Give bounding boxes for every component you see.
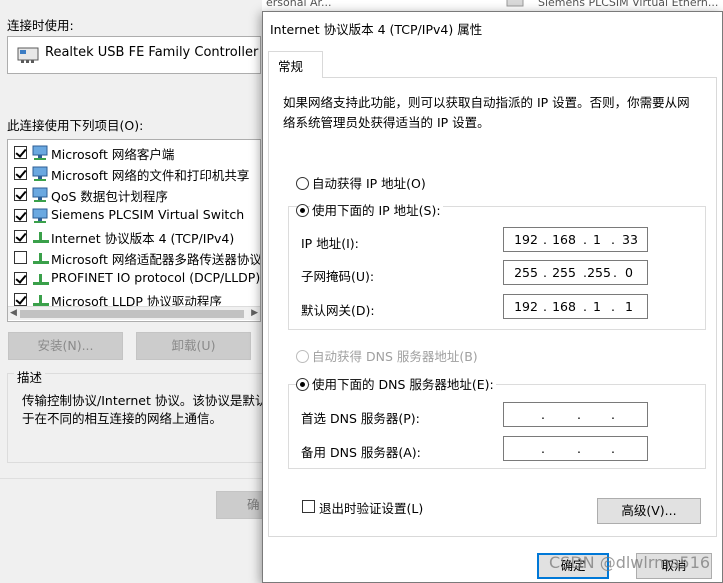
dns-auto-radio[interactable] [296, 350, 309, 363]
list-item[interactable]: PROFINET IO protocol (DCP/LLDP) [8, 268, 261, 289]
alternate-dns-label: 备用 DNS 服务器(A): [301, 445, 421, 460]
dns-manual-label[interactable]: 使用下面的 DNS 服务器地址(E): [310, 374, 496, 393]
validate-checkbox[interactable] [302, 500, 315, 513]
list-item[interactable]: QoS 数据包计划程序 [8, 184, 260, 205]
network-client-icon [32, 208, 50, 223]
ip-octet: 33 [622, 232, 638, 247]
gateway-label: 默认网关(D): [301, 303, 375, 318]
description-title: 描述 [14, 367, 46, 386]
subnet-mask-field[interactable]: 255 . 255 . 255 . 0 [503, 260, 648, 285]
list-item[interactable]: Microsoft 网络适配器多路传送器协议 [8, 247, 261, 268]
horizontal-scrollbar[interactable]: ◀ ▶ [8, 306, 260, 320]
scroll-right-icon[interactable]: ▶ [251, 308, 258, 318]
description-text-line1: 传输控制协议/Internet 协议。该协议是默认的 [22, 393, 280, 408]
item-label: QoS 数据包计划程序 [51, 189, 168, 204]
advanced-button[interactable]: 高级(V)... [597, 498, 701, 524]
dialog-title: Internet 协议版本 4 (TCP/IPv4) 属性 [270, 22, 483, 37]
ip-manual-radio[interactable] [296, 204, 309, 217]
csdn-watermark: CSDN @dlwlrma516 [549, 553, 711, 572]
gateway-field[interactable]: 192 . 168 . 1 . 1 [503, 294, 648, 319]
connection-label-partial: ersonal Ar... [266, 0, 332, 9]
preferred-dns-label: 首选 DNS 服务器(P): [301, 411, 420, 426]
ip-octet: 1 [593, 299, 601, 314]
ip-octet: 1 [593, 232, 601, 247]
ip-octet: 255 [514, 265, 538, 280]
network-client-icon [32, 166, 50, 181]
ipv4-properties-dialog: Internet 协议版本 4 (TCP/IPv4) 属性 常规 如果网络支持此… [262, 11, 723, 583]
tab-general[interactable]: 常规 [268, 51, 323, 78]
item-label: Microsoft 网络适配器多路传送器协议 [51, 252, 261, 267]
ip-octet: 0 [625, 265, 633, 280]
dialog-description: 如果网络支持此功能，则可以获取自动指派的 IP 设置。否则，你需要从网络系统管理… [283, 95, 690, 130]
ip-octet: 192 [514, 299, 538, 314]
preferred-dns-field[interactable]: . . . [503, 402, 648, 427]
item-label: Microsoft 网络客户端 [51, 147, 175, 162]
item-checkbox[interactable] [14, 188, 27, 201]
title-bar[interactable]: Internet 协议版本 4 (TCP/IPv4) 属性 [263, 12, 722, 42]
item-checkbox[interactable] [14, 251, 27, 264]
list-item[interactable]: Microsoft 网络客户端 [8, 142, 260, 163]
list-item[interactable]: Microsoft 网络的文件和打印机共享 [8, 163, 260, 184]
item-label: Internet 协议版本 4 (TCP/IPv4) [51, 231, 235, 246]
list-item[interactable]: Siemens PLCSIM Virtual Switch [8, 205, 260, 226]
adapter-name: Realtek USB FE Family Controller [45, 45, 259, 60]
ip-octet: 1 [625, 299, 633, 314]
item-checkbox[interactable] [14, 167, 27, 180]
ip-octet: 168 [552, 232, 576, 247]
scrollbar-thumb[interactable] [20, 310, 244, 318]
ip-manual-label[interactable]: 使用下面的 IP 地址(S): [310, 200, 443, 219]
ip-address-label: IP 地址(I): [301, 236, 359, 251]
network-client-icon [32, 187, 50, 202]
protocol-icon [32, 250, 50, 265]
item-label: Microsoft 网络的文件和打印机共享 [51, 168, 250, 183]
network-adapter-icon [506, 0, 526, 8]
ip-octet: 192 [514, 232, 538, 247]
ip-auto-label[interactable]: 自动获得 IP 地址(O) [312, 173, 426, 192]
protocol-icon [32, 271, 50, 286]
adapter-box[interactable]: Realtek USB FE Family Controller [7, 36, 261, 74]
subnet-mask-label: 子网掩码(U): [301, 269, 375, 284]
dns-manual-radio[interactable] [296, 378, 309, 391]
connection-items-list[interactable]: Microsoft 网络客户端 Microsoft 网络的文件和打印机共享 Qo… [7, 139, 261, 322]
item-checkbox[interactable] [14, 230, 27, 243]
connect-using-label: 连接时使用: [7, 18, 74, 33]
description-text-line2: 于在不同的相互连接的网络上通信。 [22, 411, 223, 426]
ip-octet: 255 [552, 265, 576, 280]
network-client-icon [32, 145, 50, 160]
ip-address-field[interactable]: 192 . 168 . 1 . 33 [503, 227, 648, 252]
items-list-label: 此连接使用下列项目(O): [7, 118, 144, 133]
validate-label[interactable]: 退出时验证设置(L) [319, 498, 423, 517]
dns-auto-label[interactable]: 自动获得 DNS 服务器地址(B) [312, 346, 478, 365]
ip-octet: 168 [552, 299, 576, 314]
scroll-left-icon[interactable]: ◀ [10, 308, 17, 318]
item-label: Siemens PLCSIM Virtual Switch [51, 207, 245, 222]
list-item[interactable]: Internet 协议版本 4 (TCP/IPv4) [8, 226, 260, 247]
ip-auto-radio[interactable] [296, 177, 309, 190]
item-label: PROFINET IO protocol (DCP/LLDP) [51, 270, 261, 285]
item-checkbox[interactable] [14, 272, 27, 285]
protocol-icon [32, 229, 50, 244]
alternate-dns-field[interactable]: . . . [503, 436, 648, 461]
item-checkbox[interactable] [14, 209, 27, 222]
protocol-icon [32, 292, 50, 307]
install-button[interactable]: 安装(N)... [8, 332, 123, 360]
item-checkbox[interactable] [14, 293, 27, 306]
item-checkbox[interactable] [14, 146, 27, 159]
network-adapter-icon [17, 46, 39, 63]
uninstall-button[interactable]: 卸载(U) [136, 332, 251, 360]
connection-label-siemens: Siemens PLCSIM Virtual Ethern... [538, 0, 719, 9]
tab-general-label: 常规 [278, 59, 304, 74]
